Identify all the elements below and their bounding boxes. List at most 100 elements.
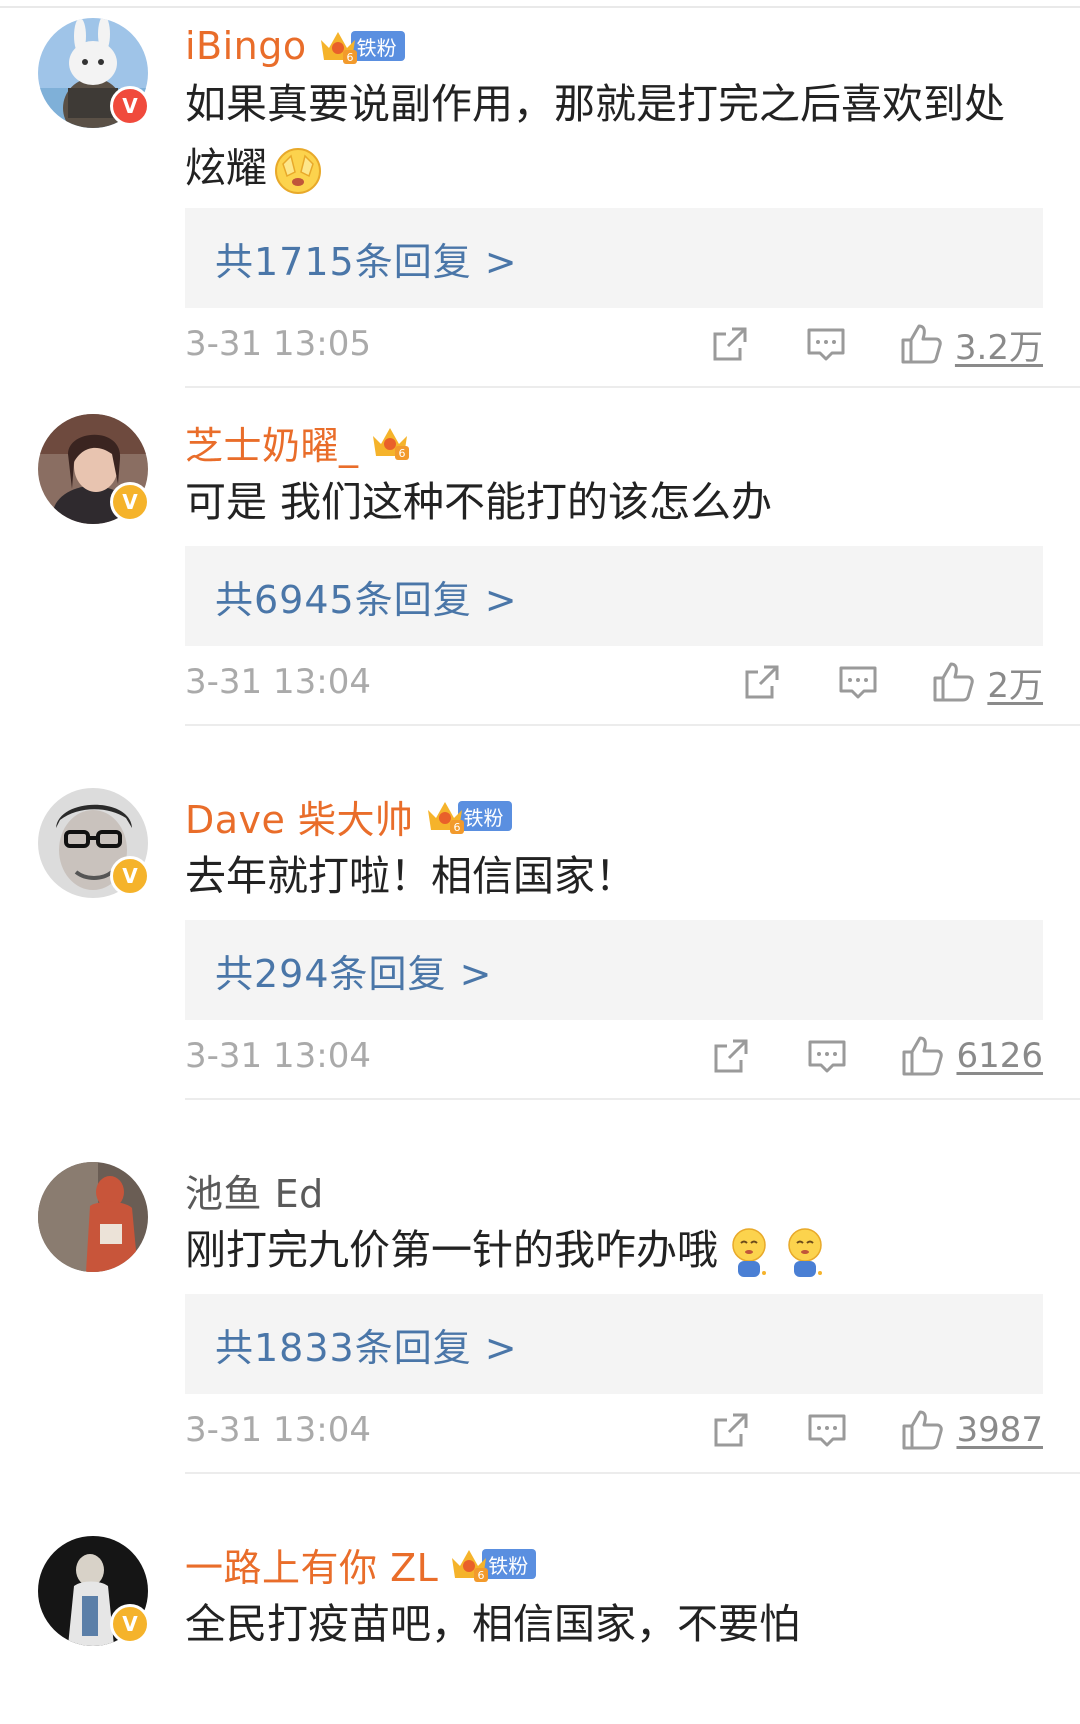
username[interactable]: 池鱼 Ed bbox=[185, 1163, 324, 1218]
meta-row: 3-31 13:05 3.2万 bbox=[185, 314, 1043, 374]
name-row: 芝士奶曜_ 6 bbox=[185, 414, 411, 470]
share-button[interactable] bbox=[707, 321, 753, 367]
crown-icon: 6 bbox=[427, 802, 464, 834]
like-button[interactable]: 3.2万 bbox=[899, 320, 1043, 369]
comment-body: 全民打疫苗吧，相信国家，不要怕 bbox=[185, 1600, 800, 1648]
comment-text: 去年就打啦！相信国家！ bbox=[185, 844, 1045, 908]
comment-body: 刚打完九价第一针的我咋办哦 bbox=[185, 1226, 718, 1274]
crown-level: 6 bbox=[346, 51, 353, 64]
action-bar: 6126 bbox=[708, 1026, 1043, 1086]
avatar[interactable]: V bbox=[38, 18, 150, 128]
like-button[interactable]: 6126 bbox=[900, 1034, 1043, 1078]
verified-icon: V bbox=[110, 1604, 150, 1644]
meta-row: 3-31 13:04 6126 bbox=[185, 1026, 1043, 1086]
facepalm-emoji bbox=[275, 148, 321, 194]
thumbs-up-icon bbox=[901, 324, 942, 364]
thumbs-up-icon bbox=[902, 1036, 944, 1076]
share-icon bbox=[713, 327, 747, 361]
comment-button[interactable] bbox=[804, 1407, 850, 1453]
action-bar: 3.2万 bbox=[707, 314, 1043, 374]
reply-count: 共6945条回复 > bbox=[215, 577, 518, 622]
name-row: iBingo 6 铁粉 bbox=[185, 18, 405, 74]
fan-badge-label: 铁粉 bbox=[482, 1549, 537, 1579]
comment-text: 全民打疫苗吧，相信国家，不要怕 bbox=[185, 1592, 1045, 1656]
avatar[interactable] bbox=[38, 1162, 148, 1272]
fan-badge[interactable]: 6 bbox=[369, 422, 411, 462]
name-row: Dave 柴大帅 6 铁粉 bbox=[185, 788, 512, 844]
comment-icon bbox=[808, 1040, 846, 1073]
like-count[interactable]: 3.2万 bbox=[955, 320, 1043, 369]
divider bbox=[185, 1472, 1080, 1474]
timestamp: 3-31 13:04 bbox=[185, 1410, 371, 1450]
name-row: 池鱼 Ed bbox=[185, 1162, 324, 1218]
fan-badge[interactable]: 6 铁粉 bbox=[317, 26, 405, 66]
divider bbox=[185, 724, 1080, 726]
share-button[interactable] bbox=[739, 659, 785, 705]
share-button[interactable] bbox=[708, 1407, 754, 1453]
timestamp: 3-31 13:04 bbox=[185, 1036, 371, 1076]
name-row: 一路上有你 ZL 6 铁粉 bbox=[185, 1536, 537, 1592]
comment-button[interactable] bbox=[804, 1033, 850, 1079]
reply-expand-button[interactable]: 共294条回复 > bbox=[185, 920, 1043, 1020]
timestamp: 3-31 13:05 bbox=[185, 324, 371, 364]
shy-emoji bbox=[732, 1228, 766, 1277]
comment-icon bbox=[839, 666, 877, 699]
crown-level: 6 bbox=[398, 447, 405, 460]
username[interactable]: iBingo bbox=[185, 24, 307, 68]
like-button[interactable]: 3987 bbox=[900, 1408, 1043, 1452]
fan-badge[interactable]: 6 铁粉 bbox=[448, 1544, 537, 1584]
action-bar: 2万 bbox=[739, 652, 1043, 712]
reply-count: 共1833条回复 > bbox=[215, 1325, 518, 1370]
share-icon bbox=[745, 665, 779, 699]
comment-body: 可是 我们这种不能打的该怎么办 bbox=[185, 478, 773, 526]
reply-count: 共1715条回复 > bbox=[215, 239, 518, 284]
crown-icon: 6 bbox=[320, 32, 357, 64]
thumbs-up-icon bbox=[902, 1410, 944, 1450]
crown-level: 6 bbox=[478, 1569, 485, 1582]
timestamp: 3-31 13:04 bbox=[185, 662, 371, 702]
meta-row: 3-31 13:04 3987 bbox=[185, 1400, 1043, 1460]
top-divider bbox=[0, 6, 1080, 8]
like-count[interactable]: 6126 bbox=[956, 1036, 1043, 1076]
divider bbox=[185, 386, 1080, 388]
verified-icon: V bbox=[110, 482, 150, 522]
share-button[interactable] bbox=[708, 1033, 754, 1079]
avatar[interactable]: V bbox=[38, 788, 150, 898]
comment-text: 可是 我们这种不能打的该怎么办 bbox=[185, 470, 1045, 534]
comment-button[interactable] bbox=[803, 321, 849, 367]
crown-icon: 6 bbox=[452, 1550, 489, 1582]
comment-icon bbox=[808, 1414, 846, 1447]
thumbs-up-icon bbox=[933, 662, 975, 702]
share-icon bbox=[714, 1039, 748, 1073]
username[interactable]: Dave 柴大帅 bbox=[185, 789, 414, 844]
reply-count: 共294条回复 > bbox=[215, 951, 493, 996]
reply-expand-button[interactable]: 共1833条回复 > bbox=[185, 1294, 1043, 1394]
avatar-image bbox=[38, 1162, 148, 1272]
like-button[interactable]: 2万 bbox=[931, 658, 1043, 707]
comment-text: 刚打完九价第一针的我咋办哦 bbox=[185, 1218, 1045, 1282]
fan-badge-label: 铁粉 bbox=[350, 31, 405, 61]
comment-text: 如果真要说副作用，那就是打完之后喜欢到处炫耀 bbox=[185, 72, 1045, 200]
reply-expand-button[interactable]: 共1715条回复 > bbox=[185, 208, 1043, 308]
divider bbox=[185, 1098, 1080, 1100]
crown-level: 6 bbox=[453, 821, 460, 834]
avatar[interactable]: V bbox=[38, 1536, 150, 1646]
fan-badge-label: 铁粉 bbox=[457, 801, 512, 831]
crown-icon: 6 bbox=[372, 428, 409, 460]
username[interactable]: 一路上有你 ZL bbox=[185, 1537, 438, 1592]
avatar[interactable]: V bbox=[38, 414, 150, 524]
verified-icon: V bbox=[110, 856, 150, 896]
comment-button[interactable] bbox=[835, 659, 881, 705]
like-count[interactable]: 3987 bbox=[956, 1410, 1043, 1450]
comment-icon bbox=[807, 328, 845, 361]
action-bar: 3987 bbox=[708, 1400, 1043, 1460]
like-count[interactable]: 2万 bbox=[987, 658, 1043, 707]
comment-body: 去年就打啦！相信国家！ bbox=[185, 852, 636, 900]
meta-row: 3-31 13:04 2万 bbox=[185, 652, 1043, 712]
shy-emoji bbox=[788, 1228, 822, 1277]
verified-icon: V bbox=[110, 86, 150, 126]
username[interactable]: 芝士奶曜_ bbox=[185, 415, 359, 470]
share-icon bbox=[714, 1413, 748, 1447]
reply-expand-button[interactable]: 共6945条回复 > bbox=[185, 546, 1043, 646]
fan-badge[interactable]: 6 铁粉 bbox=[424, 796, 512, 836]
